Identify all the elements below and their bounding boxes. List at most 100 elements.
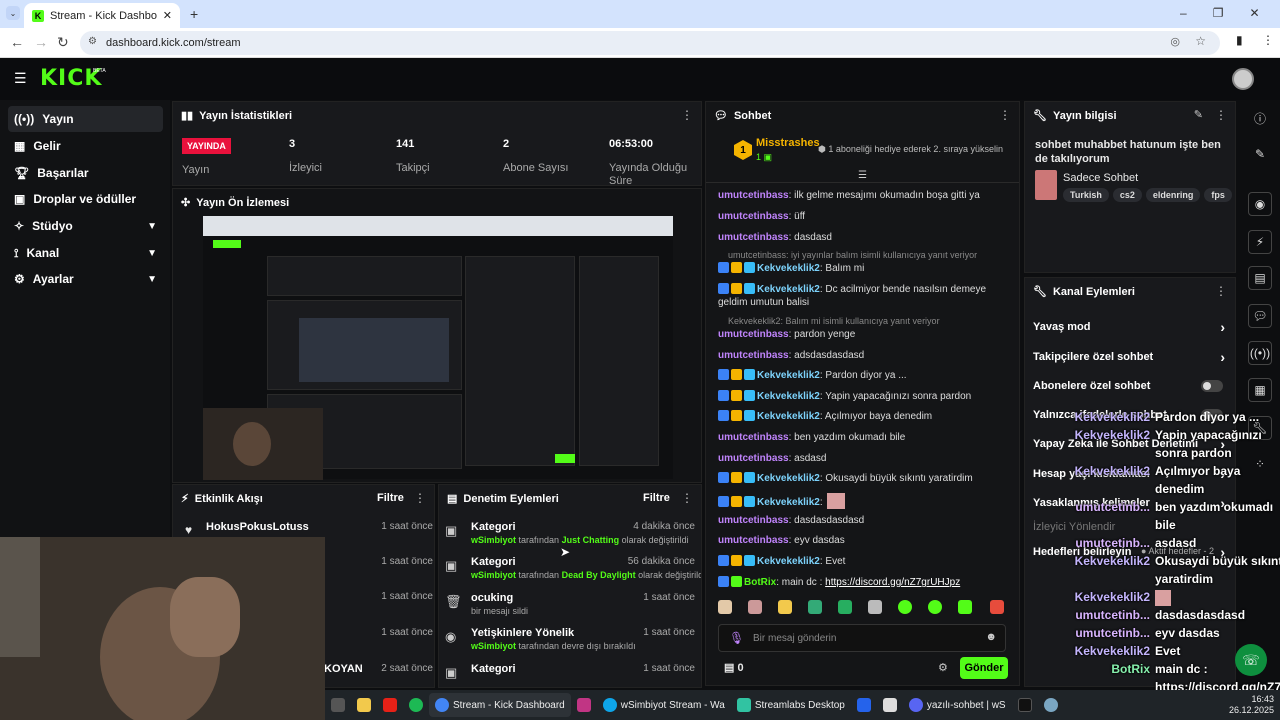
taskbar-item-discord[interactable]: yazılı-sohbet | wS bbox=[903, 693, 1012, 717]
taskbar-instagram-icon[interactable] bbox=[571, 693, 597, 717]
maximize-icon[interactable]: ❐ bbox=[1213, 6, 1224, 20]
chat-username[interactable]: umutcetinbass bbox=[718, 535, 789, 546]
back-icon[interactable]: ← bbox=[10, 34, 24, 50]
chat-username[interactable]: Kekvekeklik2 bbox=[757, 263, 820, 274]
scroll-menu-icon[interactable]: ☰ bbox=[858, 170, 867, 181]
eye-off-icon[interactable]: ◎ bbox=[1170, 35, 1180, 48]
action-subs-only[interactable]: Abonelere özel sohbet bbox=[1033, 380, 1223, 392]
action-raid[interactable]: İzleyici Yönlendir bbox=[1033, 521, 1223, 533]
taskbar-youtube-icon[interactable] bbox=[377, 693, 403, 717]
sidebar-item-gelir[interactable]: ▦ Gelir bbox=[8, 133, 163, 159]
chat-username[interactable]: umutcetinbass bbox=[718, 329, 789, 340]
send-button[interactable]: Gönder bbox=[960, 657, 1008, 679]
emote-icon[interactable] bbox=[868, 600, 882, 614]
edit-icon[interactable]: ✎ bbox=[1194, 108, 1203, 121]
chat-username[interactable]: Kekvekeklik2 bbox=[757, 497, 820, 508]
taskbar-app-icon[interactable] bbox=[877, 693, 903, 717]
emote-icon[interactable] bbox=[808, 600, 822, 614]
chat-bot-icon[interactable]: ☏ bbox=[1235, 644, 1267, 676]
action-slow-mode[interactable]: Yavaş mod › bbox=[1033, 319, 1225, 335]
taskbar-item-streamlabs[interactable]: Streamlabs Desktop bbox=[731, 693, 851, 717]
chat-settings-icon[interactable]: ⚙ bbox=[938, 661, 948, 674]
minimize-icon[interactable]: – bbox=[1180, 6, 1187, 20]
close-window-icon[interactable]: ✕ bbox=[1249, 6, 1259, 20]
new-tab-icon[interactable]: + bbox=[190, 6, 198, 22]
hamburger-menu-icon[interactable]: ☰ bbox=[14, 70, 27, 87]
chat-username[interactable]: umutcetinbass bbox=[718, 211, 789, 222]
chat-username[interactable]: Kekvekeklik2 bbox=[757, 370, 820, 381]
chat-username[interactable]: Kekvekeklik2 bbox=[757, 391, 820, 402]
chat-username[interactable]: Kekvekeklik2 bbox=[757, 411, 820, 422]
avatar[interactable] bbox=[1232, 68, 1254, 90]
layout-icon[interactable]: ▦ bbox=[1248, 378, 1272, 402]
taskbar-tiktok-icon[interactable] bbox=[1012, 693, 1038, 717]
sidebar-item-ayarlar[interactable]: ⚙ Ayarlar ▼ bbox=[8, 266, 163, 292]
taskbar-app-icon[interactable] bbox=[851, 693, 877, 717]
taskbar-item-edge[interactable]: wSimbiyot Stream - Wa bbox=[597, 693, 731, 717]
more-menu-icon[interactable]: ⋮ bbox=[414, 491, 426, 505]
more-menu-icon[interactable]: ⋮ bbox=[1215, 108, 1227, 122]
pinned-user[interactable]: Misstrashes bbox=[756, 137, 820, 149]
browser-tab[interactable]: K Stream - Kick Dashboard ✕ bbox=[24, 3, 180, 28]
chat-username[interactable]: umutcetinbass bbox=[718, 432, 789, 443]
taskbar-item-chrome[interactable]: Stream - Kick Dashboard bbox=[429, 693, 571, 717]
chat-username[interactable]: umutcetinbass bbox=[718, 453, 789, 464]
clock[interactable]: 16:43 26.12.2025 bbox=[1229, 694, 1274, 716]
emote-icon[interactable] bbox=[748, 600, 762, 614]
chat-username[interactable]: umutcetinbass bbox=[718, 515, 789, 526]
chat-input[interactable]: 🎙︎ Bir mesaj gönderin ☻ bbox=[718, 624, 1006, 652]
action-followers-only[interactable]: Takipçilere özel sohbet › bbox=[1033, 349, 1225, 365]
sidebar-item-basarilar[interactable]: 🏆︎ Başarılar bbox=[8, 160, 163, 186]
chat-username[interactable]: umutcetinbass bbox=[718, 190, 789, 201]
taskbar-search-icon[interactable] bbox=[325, 693, 351, 717]
moderation-filter-button[interactable]: Filtre bbox=[643, 492, 670, 504]
emote-icon[interactable] bbox=[838, 600, 852, 614]
reload-icon[interactable]: ↻ bbox=[57, 34, 69, 51]
site-info-icon[interactable]: ⚙ bbox=[88, 36, 97, 47]
chat-link[interactable]: https://discord.gg/nZ7grUHJpz bbox=[825, 577, 960, 588]
document-icon[interactable]: ▤ bbox=[1248, 266, 1272, 290]
dots-icon[interactable]: ⁘ bbox=[1248, 452, 1272, 476]
sidebar-item-studyo[interactable]: ✧ Stüdyo ▼ bbox=[8, 213, 163, 239]
sidebar-item-yayin[interactable]: ((•)) Yayın bbox=[8, 106, 163, 132]
more-menu-icon[interactable]: ⋮ bbox=[1215, 284, 1227, 298]
emote-icon[interactable] bbox=[928, 600, 942, 614]
mod-time: 1 saat önce bbox=[643, 627, 695, 638]
sidebar-item-droplar[interactable]: ▣ Droplar ve ödüller bbox=[8, 186, 163, 212]
chat-username[interactable]: BotRix bbox=[744, 577, 776, 588]
url-field[interactable]: ⚙ dashboard.kick.com/stream ◎ ☆ bbox=[80, 31, 1220, 55]
emote-icon[interactable] bbox=[718, 600, 732, 614]
emote-icon[interactable] bbox=[958, 600, 972, 614]
chat-username[interactable]: Kekvekeklik2 bbox=[757, 284, 820, 295]
emote-icon[interactable] bbox=[778, 600, 792, 614]
emote-icon[interactable] bbox=[990, 600, 1004, 614]
camera-icon[interactable]: ◉ bbox=[1248, 192, 1272, 216]
chat-bubble-icon[interactable]: 💬︎ bbox=[1248, 304, 1272, 328]
microphone-icon[interactable]: 🎙︎ bbox=[729, 631, 744, 645]
toggle-switch[interactable] bbox=[1201, 380, 1223, 392]
chat-username[interactable]: Kekvekeklik2 bbox=[757, 556, 820, 567]
close-tab-icon[interactable]: ✕ bbox=[163, 9, 172, 22]
emoji-icon[interactable]: ☻ bbox=[985, 631, 997, 643]
taskbar-settings-icon[interactable] bbox=[1038, 693, 1064, 717]
chat-username[interactable]: umutcetinbass bbox=[718, 232, 789, 243]
activity-filter-button[interactable]: Filtre bbox=[377, 492, 404, 504]
browser-menu-icon[interactable]: ⋮ bbox=[1262, 33, 1274, 47]
forward-icon[interactable]: → bbox=[34, 34, 48, 50]
tab-list-icon[interactable]: ⌄ bbox=[6, 6, 20, 20]
chat-username[interactable]: umutcetinbass bbox=[718, 350, 789, 361]
more-menu-icon[interactable]: ⋮ bbox=[681, 491, 693, 505]
emote-icon[interactable] bbox=[898, 600, 912, 614]
pencil-icon[interactable]: ✎ bbox=[1248, 142, 1272, 166]
more-menu-icon[interactable]: ⋮ bbox=[999, 108, 1011, 122]
sidebar-item-kanal[interactable]: ⟟ Kanal ▼ bbox=[8, 240, 163, 266]
lightning-icon[interactable]: ⚡︎ bbox=[1248, 230, 1272, 254]
more-menu-icon[interactable]: ⋮ bbox=[681, 108, 693, 122]
info-icon[interactable]: ⓘ bbox=[1248, 106, 1272, 130]
extension-icon[interactable]: ▮ bbox=[1236, 33, 1243, 47]
taskbar-files-icon[interactable] bbox=[351, 693, 377, 717]
taskbar-spotify-icon[interactable] bbox=[403, 693, 429, 717]
bookmark-star-icon[interactable]: ☆ bbox=[1195, 34, 1206, 48]
broadcast-icon[interactable]: ((•)) bbox=[1248, 341, 1272, 365]
chat-username[interactable]: Kekvekeklik2 bbox=[757, 473, 820, 484]
